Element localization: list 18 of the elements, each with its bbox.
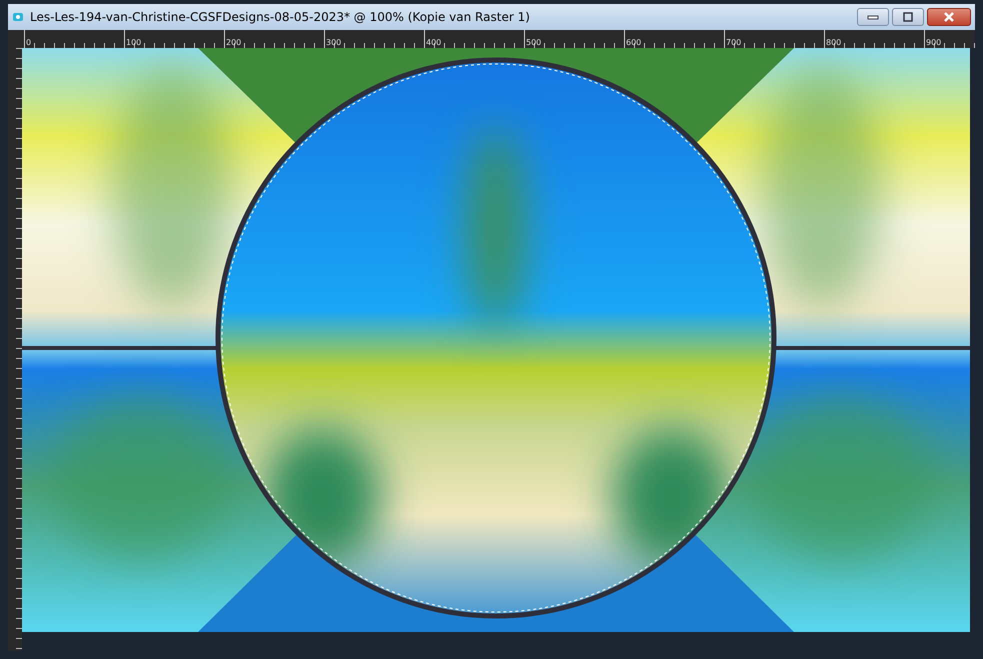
app-icon — [12, 11, 24, 23]
maximize-icon — [902, 12, 914, 22]
ruler-label: 200 — [225, 38, 242, 47]
close-button[interactable] — [927, 8, 971, 26]
ruler-label: 300 — [325, 38, 342, 47]
minimize-icon — [867, 14, 879, 20]
close-icon — [942, 12, 956, 22]
ruler-label: 900 — [925, 38, 942, 47]
ruler-label: 100 — [125, 38, 142, 47]
ruler-label: 500 — [525, 38, 542, 47]
ruler-label: 400 — [425, 38, 442, 47]
ruler-label: 0 — [25, 38, 32, 47]
ruler-label: 600 — [625, 38, 642, 47]
ruler-label: 700 — [725, 38, 742, 47]
minimize-button[interactable] — [857, 8, 889, 26]
ruler-label: 800 — [825, 38, 842, 47]
window-title: Les-Les-194-van-Christine-CGSFDesigns-08-05-2023* @ 100% (Kopie van Raster 1) — [30, 10, 531, 24]
maximize-button[interactable] — [892, 8, 924, 26]
